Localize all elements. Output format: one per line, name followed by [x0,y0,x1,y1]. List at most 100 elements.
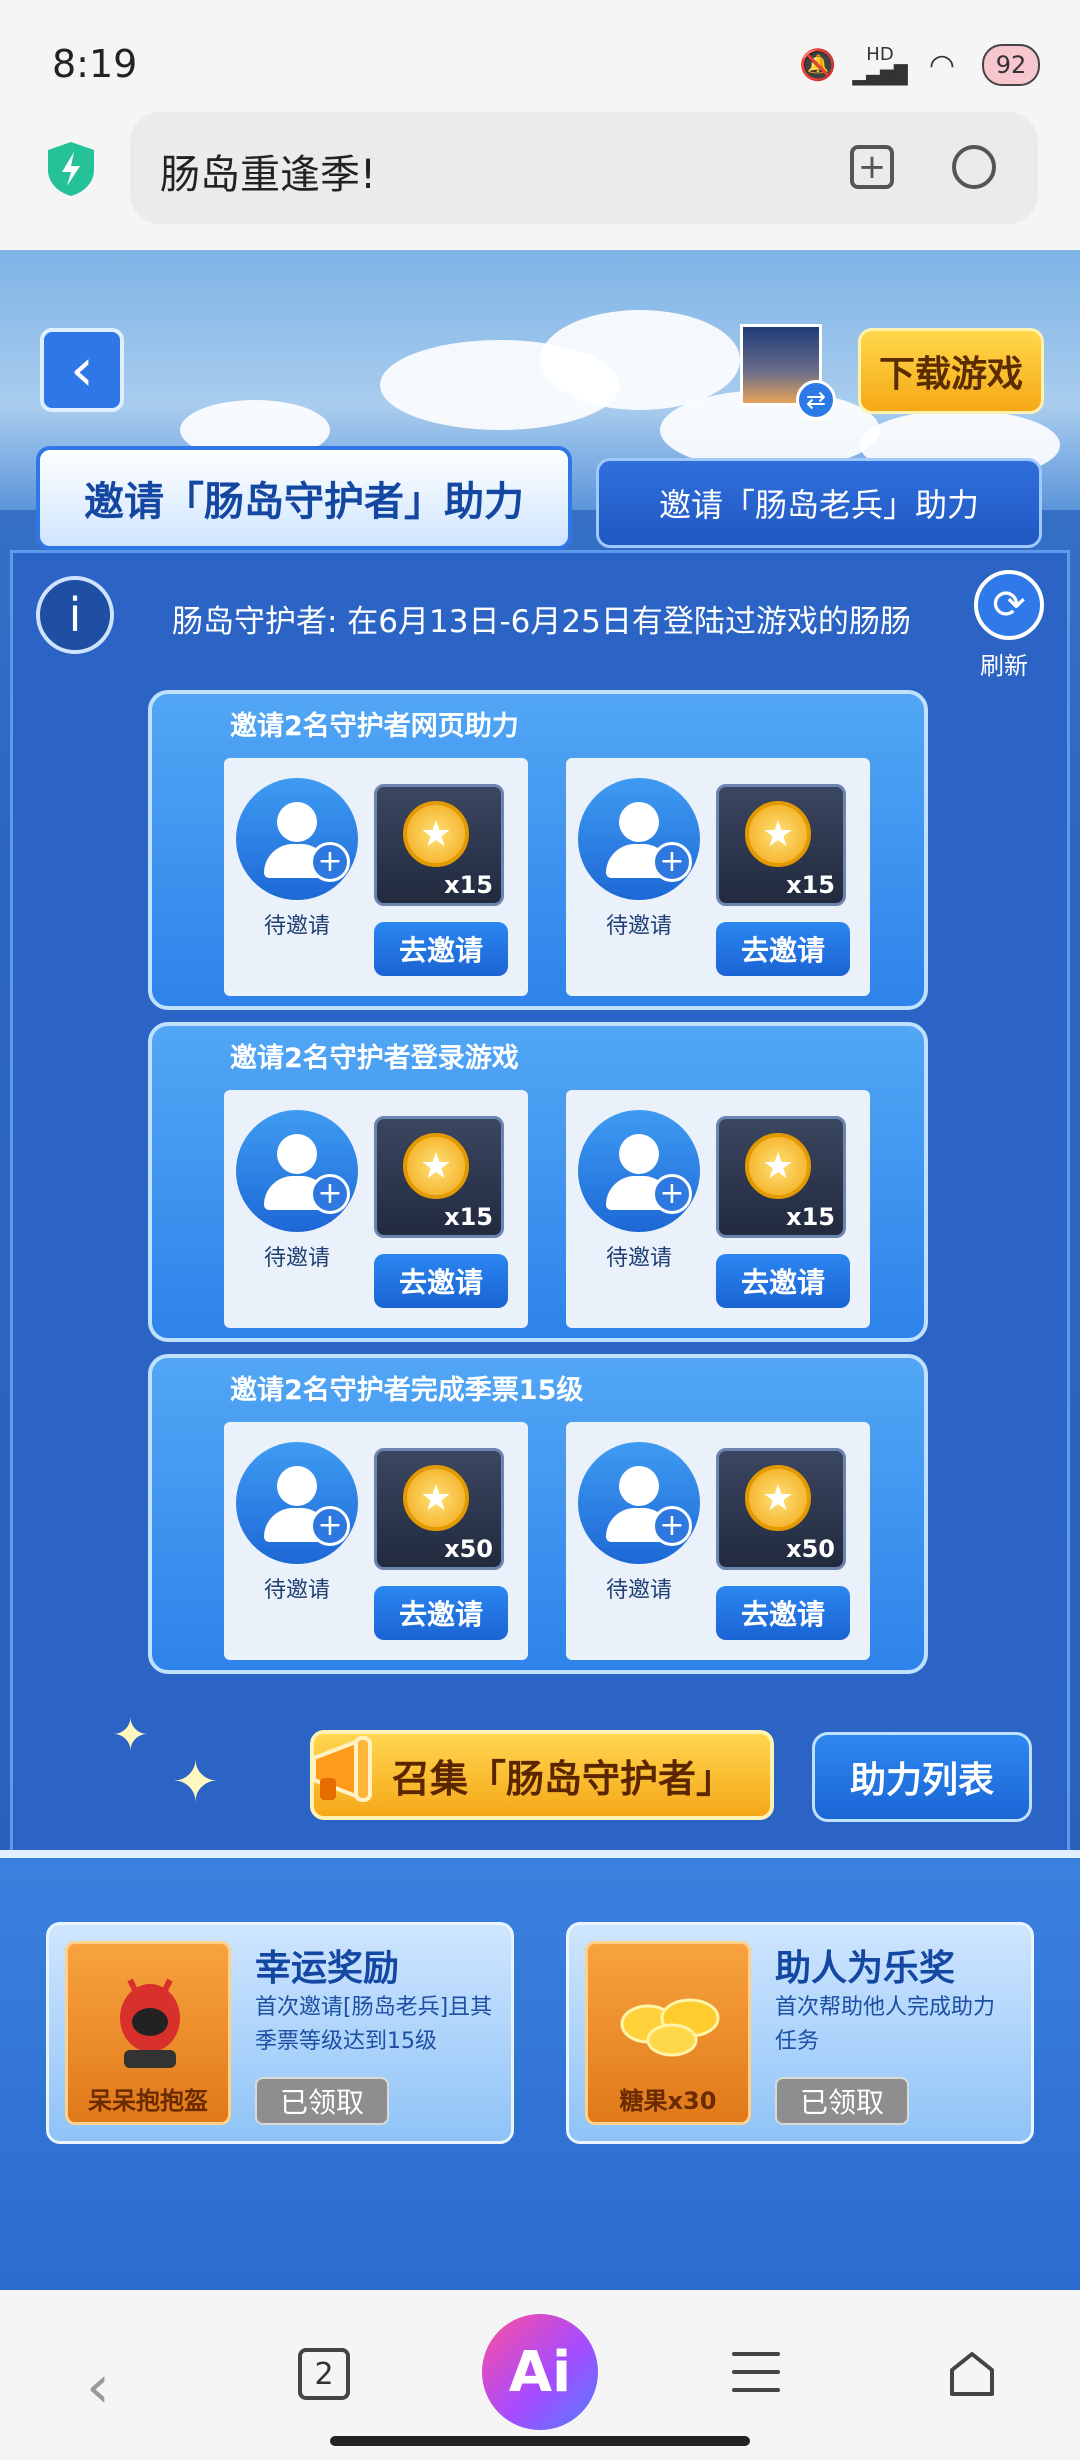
reward-quantity: x50 [444,1535,493,1563]
tabs-count-button[interactable]: 2 [298,2348,350,2400]
claimed-button[interactable]: 已领取 [775,2077,909,2125]
invite-button[interactable]: 去邀请 [716,1586,850,1640]
download-game-button[interactable]: 下载游戏 [858,328,1044,414]
invite-button[interactable]: 去邀请 [374,922,508,976]
plus-icon: + [310,1174,350,1214]
game-page: ‹ ⇄ 下载游戏 邀请「肠岛守护者」助力 邀请「肠岛老兵」助力 i 肠岛守护者:… [0,250,1080,2290]
invite-slot: + 待邀请 ★ x15 去邀请 [566,758,870,996]
slot-status: 待邀请 [264,914,331,939]
plus-icon: + [310,1506,350,1546]
reward-item-label: 呆呆抱抱盔 [88,2087,208,2115]
reward-quantity: x50 [786,1535,835,1563]
guardian-description: 肠岛守护者: 在6月13日-6月25日有登陆过游戏的肠肠 [172,604,911,640]
group-title: 邀请2名守护者完成季票15级 [230,1375,584,1406]
browser-nav-bar: ‹ 2 Ai [0,2290,1080,2460]
invite-button[interactable]: 去邀请 [374,1586,508,1640]
address-title: 肠岛重逢季! [160,152,377,198]
group-title: 邀请2名守护者网页助力 [230,711,519,742]
reward-box: ★ x15 [716,1116,846,1238]
candy-icon [620,1998,720,2057]
person-icon [236,1110,358,1232]
claimed-button[interactable]: 已领取 [255,2077,389,2125]
signal-icon: HD ▂▄▆█ [852,44,908,86]
reward-card-lucky: 呆呆抱抱盔 幸运奖励 首次邀请[肠岛老兵]且其季票等级达到15级 已领取 [46,1922,514,2144]
battery-badge: 92 [982,44,1040,86]
sparkle-icon: ✦ [172,1750,219,1815]
person-icon [578,1442,700,1564]
reward-item: 糖果x30 [585,1941,751,2125]
person-icon [578,1110,700,1232]
plus-icon: + [652,1174,692,1214]
status-bar: 8:19 🔕 HD ▂▄▆█ ◠ 92 [0,0,1080,115]
reward-description: 首次帮助他人完成助力任务 [775,1995,996,2054]
invite-button[interactable]: 去邀请 [716,922,850,976]
mute-icon: 🔕 [799,47,837,83]
megaphone-icon [300,1712,410,1822]
invite-slot: + 待邀请 ★ x15 去邀请 [224,1090,528,1328]
address-bar[interactable]: 肠岛重逢季! [130,112,1038,224]
reward-box: ★ x50 [374,1448,504,1570]
plus-icon: + [310,842,350,882]
reward-quantity: x15 [444,1203,493,1231]
group-title: 邀请2名守护者登录游戏 [230,1043,519,1074]
reward-box: ★ x15 [374,1116,504,1238]
sparkle-icon: ✦ [112,1710,149,1761]
invite-slot: + 待邀请 ★ x15 去邀请 [566,1090,870,1328]
star-coin-icon: ★ [745,801,811,867]
reward-title: 幸运奖励 [255,1948,400,1989]
invite-slot: + 待邀请 ★ x15 去邀请 [224,758,528,996]
star-coin-icon: ★ [403,801,469,867]
star-coin-icon: ★ [745,1465,811,1531]
reward-item-label: 糖果x30 [619,2087,717,2115]
back-button[interactable]: ‹ [40,328,124,412]
invite-group-pass: 邀请2名守护者完成季票15级 + 待邀请 ★ x50 去邀请 + 待邀请 ★ x… [148,1354,928,1674]
invite-group-login: 邀请2名守护者登录游戏 + 待邀请 ★ x15 去邀请 + 待邀请 ★ x15 … [148,1022,928,1342]
refresh-label: 刷新 [980,652,1028,680]
slot-status: 待邀请 [606,1578,673,1603]
reward-box: ★ x15 [716,784,846,906]
tab-veteran[interactable]: 邀请「肠岛老兵」助力 [596,458,1042,548]
reload-icon[interactable] [952,145,996,189]
reward-card-helper: 糖果x30 助人为乐奖 首次帮助他人完成助力任务 已领取 [566,1922,1034,2144]
swap-account-icon[interactable]: ⇄ [796,380,836,420]
home-icon[interactable] [946,2348,998,2400]
home-indicator [330,2436,750,2446]
nav-back-icon[interactable]: ‹ [86,2352,110,2422]
ai-assistant-button[interactable]: Ai [482,2314,598,2430]
reward-box: ★ x50 [716,1448,846,1570]
slot-status: 待邀请 [264,1578,331,1603]
plus-icon: + [652,842,692,882]
invite-group-web: 邀请2名守护者网页助力 + 待邀请 ★ x15 去邀请 + 待邀请 ★ x15 … [148,690,928,1010]
shield-icon [44,140,98,198]
plus-icon: + [652,1506,692,1546]
slot-status: 待邀请 [264,1246,331,1271]
slot-status: 待邀请 [606,1246,673,1271]
reward-item: 呆呆抱抱盔 [65,1941,231,2125]
add-bookmark-icon[interactable]: + [850,145,894,189]
menu-icon[interactable] [732,2352,780,2406]
person-icon [578,778,700,900]
help-list-button[interactable]: 助力列表 [812,1732,1032,1822]
reward-quantity: x15 [786,871,835,899]
invite-slot: + 待邀请 ★ x50 去邀请 [566,1422,870,1660]
tab-guardian[interactable]: 邀请「肠岛守护者」助力 [36,446,572,550]
person-icon [236,1442,358,1564]
reward-quantity: x15 [444,871,493,899]
star-coin-icon: ★ [403,1465,469,1531]
helmet-icon [120,1978,180,2068]
info-icon[interactable]: i [36,576,114,654]
slot-status: 待邀请 [606,914,673,939]
status-icons: 🔕 HD ▂▄▆█ ◠ 92 [796,44,1040,86]
star-coin-icon: ★ [745,1133,811,1199]
reward-quantity: x15 [786,1203,835,1231]
wifi-icon: ◠ [928,47,956,83]
status-time: 8:19 [52,42,138,86]
invite-button[interactable]: 去邀请 [374,1254,508,1308]
invite-button[interactable]: 去邀请 [716,1254,850,1308]
reward-description: 首次邀请[肠岛老兵]且其季票等级达到15级 [255,1995,493,2054]
refresh-icon[interactable]: ⟳ [974,570,1044,640]
network-label: HD [866,44,894,65]
invite-slot: + 待邀请 ★ x50 去邀请 [224,1422,528,1660]
star-coin-icon: ★ [403,1133,469,1199]
reward-title: 助人为乐奖 [775,1948,956,1989]
